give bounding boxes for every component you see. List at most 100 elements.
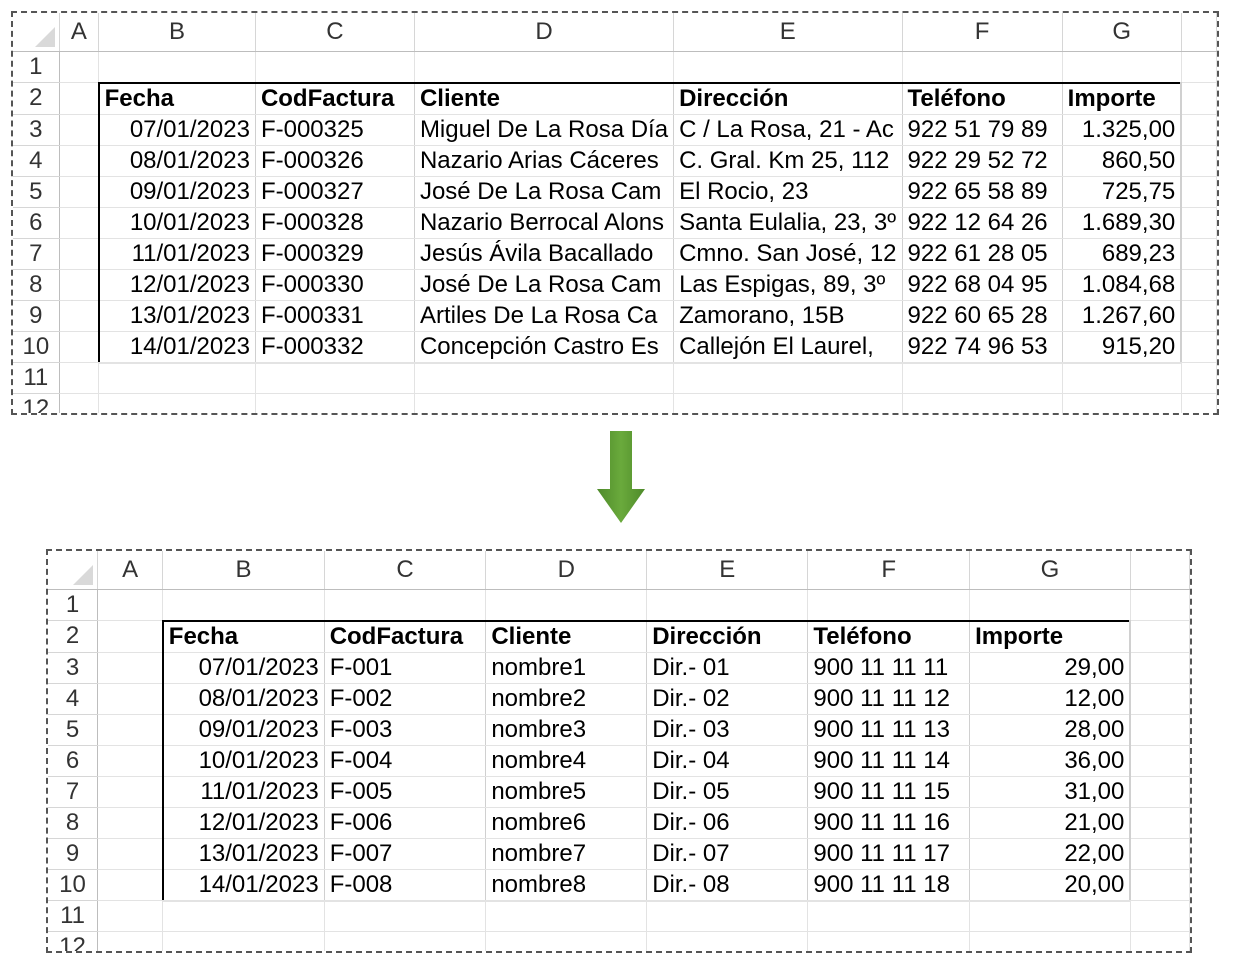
cell-c9[interactable]: F-007	[324, 838, 487, 870]
cell-g9[interactable]: 1.267,60	[1062, 300, 1183, 332]
column-header-d[interactable]: D	[414, 13, 675, 52]
cell-f1[interactable]	[807, 589, 971, 621]
cell-d4[interactable]: Nazario Arias Cáceres	[414, 145, 675, 177]
cell-empty[interactable]	[1181, 238, 1217, 270]
cell-d7[interactable]: nombre5	[485, 776, 648, 808]
cell-b6[interactable]: 10/01/2023	[97, 207, 256, 239]
cell-b10[interactable]: 14/01/2023	[97, 331, 256, 364]
cell-g6[interactable]: 1.689,30	[1062, 207, 1183, 239]
cell-b7[interactable]: 11/01/2023	[161, 776, 325, 808]
cell-f12[interactable]	[807, 931, 971, 951]
row-header-7[interactable]: 7	[13, 238, 60, 270]
column-header-b[interactable]: B	[162, 551, 325, 590]
cell-d6[interactable]: Nazario Berrocal Alons	[414, 207, 675, 239]
column-header-f[interactable]: F	[807, 551, 971, 590]
column-header-e[interactable]: E	[646, 551, 809, 590]
cell-b4[interactable]: 08/01/2023	[161, 683, 325, 715]
cell-a7[interactable]	[97, 776, 164, 808]
row-header-2[interactable]: 2	[13, 82, 60, 115]
cell-c2[interactable]: CodFactura	[255, 81, 415, 115]
cell-d5[interactable]: nombre3	[485, 714, 648, 746]
cell-d7[interactable]: Jesús Ávila Bacallado	[414, 238, 675, 270]
cell-g8[interactable]: 21,00	[969, 807, 1132, 839]
cell-a4[interactable]	[59, 145, 100, 177]
row-header-6[interactable]: 6	[48, 745, 99, 777]
cell-f2[interactable]: Teléfono	[807, 619, 971, 653]
row-header-12[interactable]: 12	[13, 393, 60, 413]
cell-e1[interactable]	[673, 51, 903, 83]
cell-g7[interactable]: 31,00	[969, 776, 1132, 808]
row-header-10[interactable]: 10	[48, 869, 99, 901]
cell-e10[interactable]: Dir.- 08	[646, 869, 809, 902]
column-header-a[interactable]: A	[59, 13, 100, 52]
cell-c6[interactable]: F-000328	[255, 207, 415, 239]
cell-g12[interactable]	[969, 931, 1131, 951]
cell-g3[interactable]: 1.325,00	[1062, 114, 1183, 146]
row-header-3[interactable]: 3	[13, 114, 60, 146]
cell-c11[interactable]	[324, 900, 487, 932]
cell-d4[interactable]: nombre2	[485, 683, 648, 715]
cell-d1[interactable]	[414, 51, 675, 83]
cell-d12[interactable]	[485, 931, 648, 951]
cell-empty[interactable]	[1130, 714, 1190, 746]
cell-a2[interactable]	[97, 620, 164, 653]
cell-f3[interactable]: 900 11 11 11	[807, 652, 971, 684]
cell-e8[interactable]: Las Espigas, 89, 3º	[673, 269, 903, 301]
row-header-4[interactable]: 4	[13, 145, 60, 177]
cell-a9[interactable]	[59, 300, 100, 332]
cell-f8[interactable]: 900 11 11 16	[807, 807, 971, 839]
cell-e9[interactable]: Zamorano, 15B	[673, 300, 903, 332]
cell-f9[interactable]: 900 11 11 17	[807, 838, 971, 870]
cell-d1[interactable]	[485, 589, 648, 621]
cell-d11[interactable]	[485, 900, 648, 932]
cell-d3[interactable]: Miguel De La Rosa Día	[414, 114, 675, 146]
row-header-10[interactable]: 10	[13, 331, 60, 363]
column-header-a[interactable]: A	[97, 551, 164, 590]
cell-d10[interactable]: Concepción Castro Es	[414, 331, 675, 364]
cell-a1[interactable]	[97, 589, 164, 621]
cell-g2[interactable]: Importe	[969, 619, 1132, 653]
cell-c6[interactable]: F-004	[324, 745, 487, 777]
cell-e11[interactable]	[673, 362, 903, 394]
cell-d12[interactable]	[414, 393, 675, 413]
cell-f1[interactable]	[902, 51, 1063, 83]
cell-e5[interactable]: El Rocio, 23	[673, 176, 903, 208]
row-header-8[interactable]: 8	[48, 807, 99, 839]
cell-empty[interactable]	[1181, 176, 1217, 208]
cell-d9[interactable]: Artiles De La Rosa Ca	[414, 300, 675, 332]
cell-c10[interactable]: F-000332	[255, 331, 415, 364]
cell-e12[interactable]	[646, 931, 809, 951]
cell-e5[interactable]: Dir.- 03	[646, 714, 809, 746]
row-header-8[interactable]: 8	[13, 269, 60, 301]
cell-g4[interactable]: 12,00	[969, 683, 1132, 715]
select-all-corner[interactable]	[13, 13, 60, 52]
row-header-1[interactable]: 1	[13, 51, 60, 83]
cell-b8[interactable]: 12/01/2023	[97, 269, 256, 301]
cell-e8[interactable]: Dir.- 06	[646, 807, 809, 839]
cell-g6[interactable]: 36,00	[969, 745, 1132, 777]
cell-e7[interactable]: Dir.- 05	[646, 776, 809, 808]
cell-e9[interactable]: Dir.- 07	[646, 838, 809, 870]
cell-a6[interactable]	[97, 745, 164, 777]
cell-c10[interactable]: F-008	[324, 869, 487, 902]
column-header-e[interactable]: E	[673, 13, 903, 52]
cell-c12[interactable]	[255, 393, 415, 413]
cell-a12[interactable]	[59, 393, 100, 413]
cell-b11[interactable]	[162, 900, 325, 932]
row-header-5[interactable]: 5	[13, 176, 60, 208]
column-header-g[interactable]: G	[1062, 13, 1182, 52]
cell-f7[interactable]: 900 11 11 15	[807, 776, 971, 808]
cell-a3[interactable]	[59, 114, 100, 146]
cell-f12[interactable]	[902, 393, 1063, 413]
cell-a3[interactable]	[97, 652, 164, 684]
cell-f10[interactable]: 900 11 11 18	[807, 869, 971, 902]
cell-g10[interactable]: 915,20	[1062, 331, 1183, 364]
cell-f10[interactable]: 922 74 96 53	[902, 331, 1063, 364]
cell-f4[interactable]: 900 11 11 12	[807, 683, 971, 715]
cell-c1[interactable]	[324, 589, 487, 621]
cell-empty[interactable]	[1130, 931, 1190, 951]
cell-b8[interactable]: 12/01/2023	[161, 807, 325, 839]
column-header-g[interactable]: G	[969, 551, 1131, 590]
cell-c8[interactable]: F-006	[324, 807, 487, 839]
cell-b2[interactable]: Fecha	[97, 81, 256, 115]
